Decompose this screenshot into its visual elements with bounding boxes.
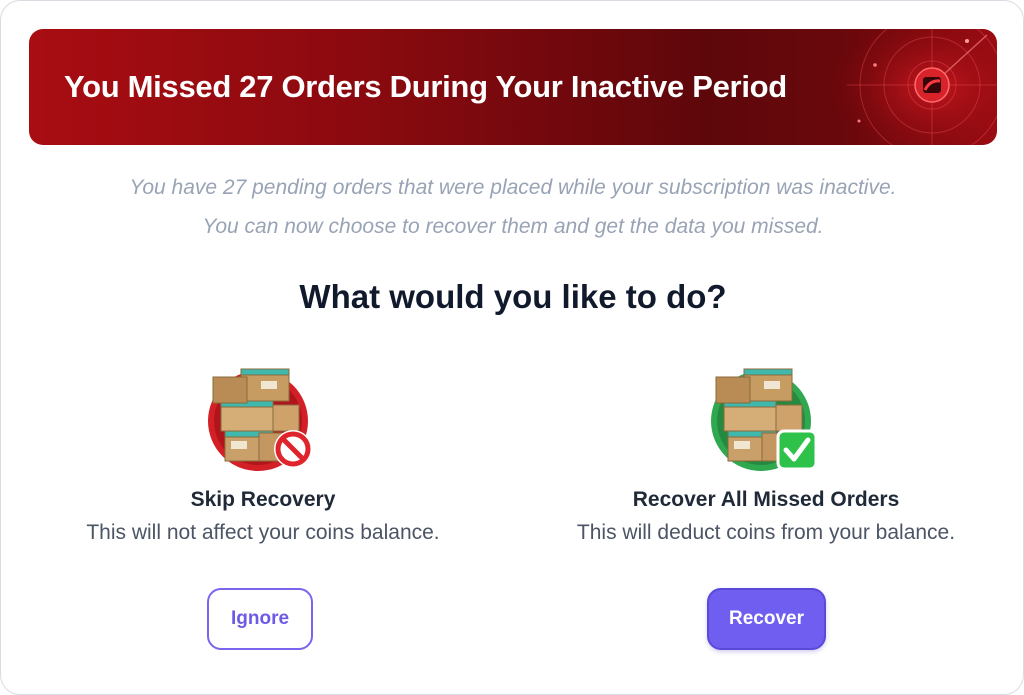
missed-orders-modal: You Missed 27 Orders During Your Inactiv… bbox=[0, 0, 1024, 695]
recover-button[interactable]: Recover bbox=[707, 588, 826, 650]
skip-recovery-description: This will not affect your coins balance. bbox=[86, 521, 440, 544]
question-heading: What would you like to do? bbox=[299, 278, 727, 315]
boxes-prohibited-icon bbox=[208, 368, 312, 471]
recover-orders-option: Recover All Missed Orders This will dedu… bbox=[531, 361, 1001, 545]
recover-orders-description: This will deduct coins from your balance… bbox=[576, 521, 956, 544]
skip-recovery-option: Skip Recovery This will not affect your … bbox=[28, 361, 498, 545]
radar-logo-icon bbox=[827, 29, 997, 145]
info-text-line-2: You can now choose to recover them and g… bbox=[202, 215, 824, 238]
skip-recovery-title: Skip Recovery bbox=[190, 488, 336, 511]
info-text-line-1: You have 27 pending orders that were pla… bbox=[129, 176, 897, 199]
header-banner: You Missed 27 Orders During Your Inactiv… bbox=[29, 29, 997, 145]
banner-title: You Missed 27 Orders During Your Inactiv… bbox=[64, 69, 787, 104]
boxes-check-icon bbox=[711, 368, 818, 471]
ignore-button[interactable]: Ignore bbox=[207, 588, 313, 650]
recover-orders-title: Recover All Missed Orders bbox=[632, 488, 900, 511]
